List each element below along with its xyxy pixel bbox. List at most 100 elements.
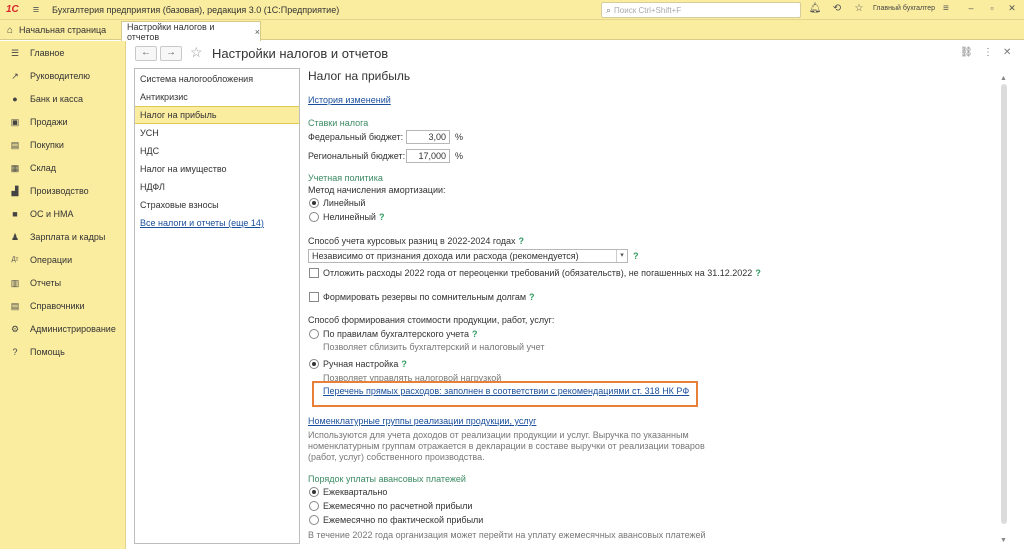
- dropdown-arrow-icon[interactable]: ▾: [616, 250, 627, 262]
- scroll-up-icon[interactable]: ▲: [1000, 75, 1007, 82]
- percent-label: %: [455, 132, 464, 142]
- fx-method-select[interactable]: Независимо от признания дохода или расхо…: [308, 249, 628, 263]
- advance-note: В течение 2022 года организация может пе…: [308, 530, 706, 540]
- postpone-expenses-label: Отложить расходы 2022 года от переоценки…: [323, 268, 761, 278]
- title-bar: 1С ≡ Бухгалтерия предприятия (базовая), …: [0, 0, 1024, 20]
- list-item-ndfl[interactable]: НДФЛ: [135, 178, 299, 196]
- scroll-down-icon[interactable]: ▼: [1000, 537, 1007, 544]
- help-question-icon[interactable]: ?: [633, 251, 639, 261]
- sidebar-item-operations[interactable]: Дт Операции: [0, 250, 126, 270]
- regional-rate-input[interactable]: 17,000: [406, 149, 450, 163]
- bell-icon[interactable]: 🔔︎: [808, 3, 822, 14]
- federal-rate-input[interactable]: 3,00: [406, 130, 450, 144]
- tab-home[interactable]: ⌂ Начальная страница: [0, 20, 120, 40]
- help-question-icon[interactable]: ?: [472, 329, 478, 339]
- sidebar-item-label: Зарплата и кадры: [30, 232, 106, 242]
- sidebar-item-label: Главное: [30, 48, 65, 58]
- list-item-label: Все налоги и отчеты (еще 14): [140, 218, 264, 228]
- help-question-icon[interactable]: ?: [379, 212, 385, 222]
- tab-tax-settings-label: Настройки налогов и отчетов: [127, 21, 215, 42]
- nomenclature-groups-link[interactable]: Номенклатурные группы реализации продукц…: [308, 416, 536, 426]
- sidebar-item-bank[interactable]: ● Банк и касса: [0, 89, 126, 109]
- sidebar-item-purchases[interactable]: ▤ Покупки: [0, 135, 126, 155]
- section-title: Налог на прибыль: [308, 69, 411, 83]
- nomenclature-hint-1: Используются для учета доходов от реализ…: [308, 430, 689, 440]
- sidebar-item-admin[interactable]: ⚙ Администрирование: [0, 319, 126, 339]
- maximize-icon[interactable]: ▫: [986, 3, 998, 13]
- radio-manual-label: Ручная настройка?: [323, 359, 407, 369]
- sidebar-item-warehouse[interactable]: ▦ Склад: [0, 158, 126, 178]
- postpone-expenses-checkbox[interactable]: [309, 268, 319, 278]
- help-question-icon[interactable]: ?: [529, 292, 535, 302]
- radio-nonlinear[interactable]: [309, 212, 319, 222]
- radio-linear[interactable]: [309, 198, 319, 208]
- amortization-method-label: Метод начисления амортизации:: [308, 185, 446, 195]
- more-menu-icon[interactable]: ≡: [943, 3, 949, 14]
- history-icon[interactable]: ⟲: [830, 3, 844, 14]
- close-tab-icon[interactable]: ×: [255, 27, 260, 37]
- help-question-icon[interactable]: ?: [755, 268, 761, 278]
- radio-monthly-calc[interactable]: [309, 501, 319, 511]
- scrollbar[interactable]: [1001, 84, 1007, 524]
- back-button[interactable]: ←: [135, 46, 157, 61]
- more-actions-icon[interactable]: ⋮: [983, 47, 993, 58]
- list-item-vat[interactable]: НДС: [135, 142, 299, 160]
- tab-bar: ⌂ Начальная страница Настройки налогов и…: [0, 20, 1024, 42]
- search-input[interactable]: ⌕ Поиск Ctrl+Shift+F: [601, 2, 801, 18]
- trend-icon: ↗: [11, 70, 19, 81]
- list-item-label: Антикризис: [140, 92, 188, 102]
- tax-section-list: Система налогообложения Антикризис Налог…: [134, 68, 300, 544]
- sidebar-item-catalogs[interactable]: ▤ Справочники: [0, 296, 126, 316]
- sidebar-item-main[interactable]: ☰ Главное: [0, 43, 126, 63]
- list-item-label: Налог на имущество: [140, 164, 227, 174]
- tab-tax-settings[interactable]: Настройки налогов и отчетов ×: [121, 21, 261, 42]
- radio-manual[interactable]: [309, 359, 319, 369]
- list-item-tax-system[interactable]: Система налогообложения: [135, 70, 299, 88]
- minimize-icon[interactable]: –: [965, 3, 977, 13]
- radio-monthly-fact-label: Ежемесячно по фактической прибыли: [323, 515, 484, 525]
- list-item-all-taxes-link[interactable]: Все налоги и отчеты (еще 14): [135, 214, 299, 232]
- 1c-logo: 1С: [6, 3, 19, 15]
- list-item-property-tax[interactable]: Налог на имущество: [135, 160, 299, 178]
- sidebar-item-manager[interactable]: ↗ Руководителю: [0, 66, 126, 86]
- close-window-icon[interactable]: ✕: [1006, 3, 1018, 14]
- advance-header: Порядок уплаты авансовых платежей: [308, 474, 466, 484]
- current-user[interactable]: Главный бухгалтер: [873, 5, 935, 12]
- sidebar-item-label: Справочники: [30, 301, 85, 311]
- sidebar-item-help[interactable]: ? Помощь: [0, 342, 126, 362]
- dt-kt-icon: Дт: [11, 257, 19, 263]
- favorites-star-icon[interactable]: ☆: [852, 3, 866, 14]
- help-question-icon[interactable]: ?: [519, 236, 525, 246]
- radio-nonlinear-label: Нелинейный?: [323, 212, 385, 222]
- sidebar-item-label: Продажи: [30, 117, 68, 127]
- sidebar-item-reports[interactable]: ▥ Отчеты: [0, 273, 126, 293]
- favorite-star-icon[interactable]: ☆: [190, 44, 203, 61]
- close-form-icon[interactable]: ✕: [1003, 47, 1011, 58]
- cart-icon: ▤: [10, 139, 20, 150]
- list-item-anticrisis[interactable]: Антикризис: [135, 88, 299, 106]
- search-placeholder: Поиск Ctrl+Shift+F: [614, 5, 682, 15]
- sidebar-item-production[interactable]: ▟ Производство: [0, 181, 126, 201]
- forward-button[interactable]: →: [160, 46, 182, 61]
- coin-icon: ●: [12, 94, 18, 104]
- sidebar-item-assets[interactable]: ■ ОС и НМА: [0, 204, 126, 224]
- help-question-icon[interactable]: ?: [401, 359, 407, 369]
- radio-by-rules[interactable]: [309, 329, 319, 339]
- link-icon[interactable]: ⛓: [960, 47, 973, 58]
- list-item-insurance[interactable]: Страховые взносы: [135, 196, 299, 214]
- radio-quarterly[interactable]: [309, 487, 319, 497]
- reserves-checkbox[interactable]: [309, 292, 319, 302]
- list-item-label: Налог на прибыль: [140, 110, 217, 120]
- sidebar-item-sales[interactable]: ▣ Продажи: [0, 112, 126, 132]
- regional-budget-label: Региональный бюджет:: [308, 151, 406, 161]
- list-item-profit-tax[interactable]: Налог на прибыль: [135, 106, 299, 124]
- list-item-usn[interactable]: УСН: [135, 124, 299, 142]
- radio-linear-label: Линейный: [323, 198, 366, 208]
- history-link[interactable]: История изменений: [308, 95, 391, 105]
- radio-monthly-fact[interactable]: [309, 515, 319, 525]
- gear-icon: ⚙: [10, 323, 20, 334]
- sidebar-item-salary[interactable]: ♟ Зарплата и кадры: [0, 227, 126, 247]
- highlight-frame: [312, 381, 698, 407]
- main-menu-icon[interactable]: ≡: [30, 4, 42, 16]
- percent-label: %: [455, 151, 464, 161]
